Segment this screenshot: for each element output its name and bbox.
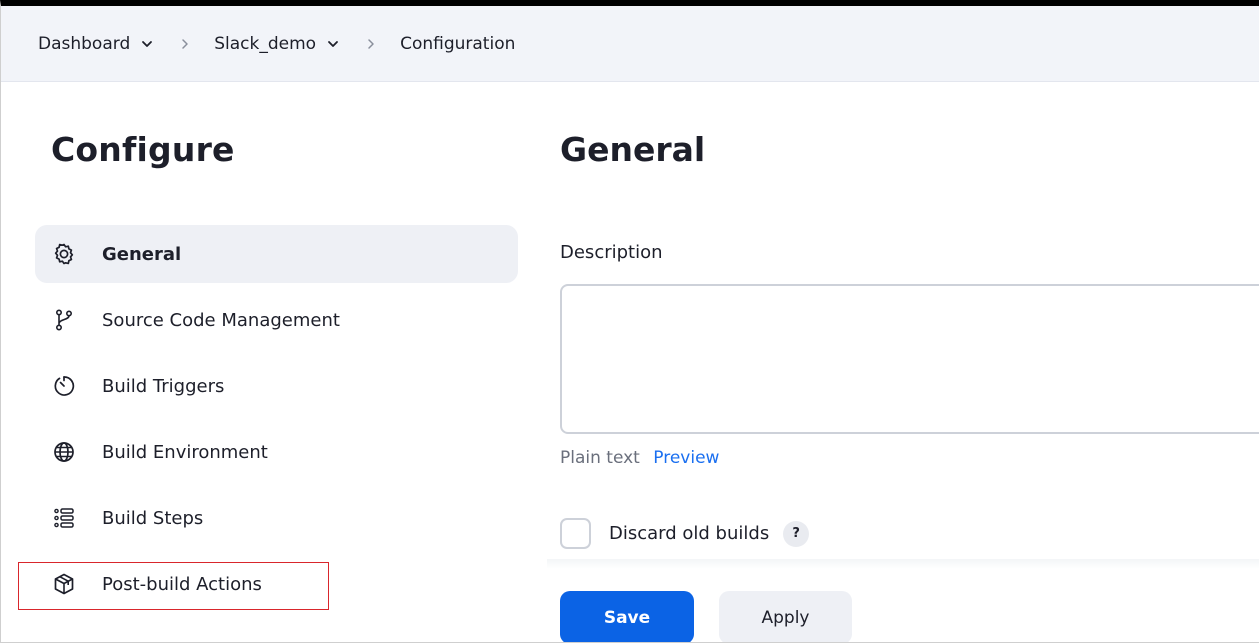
jenkins-configure-page: Dashboard Slack_demo Configuration Confi… xyxy=(0,0,1259,643)
section-divider xyxy=(547,559,1259,569)
sidebar-item-build-triggers[interactable]: Build Triggers xyxy=(35,357,518,415)
preview-link[interactable]: Preview xyxy=(653,448,719,468)
sidebar-title: Configure xyxy=(51,130,235,169)
chevron-right-icon xyxy=(182,38,188,49)
timer-icon xyxy=(54,376,75,396)
section-title: General xyxy=(560,130,706,169)
breadcrumb: Dashboard Slack_demo Configuration xyxy=(1,6,1259,82)
sidebar-item-build-environment[interactable]: Build Environment xyxy=(35,423,518,481)
sidebar-item-general[interactable]: General xyxy=(35,225,518,283)
discard-old-builds-label[interactable]: Discard old builds xyxy=(609,523,769,544)
breadcrumb-dashboard-label: Dashboard xyxy=(38,33,131,54)
discard-old-builds-checkbox[interactable] xyxy=(560,518,591,549)
plain-text-label: Plain text xyxy=(560,448,640,468)
package-icon xyxy=(54,573,74,595)
sidebar-item-label: Build Environment xyxy=(102,441,268,463)
breadcrumb-slack-demo[interactable]: Slack_demo xyxy=(214,34,340,54)
gear-icon xyxy=(54,243,74,265)
globe-icon xyxy=(54,442,74,462)
breadcrumb-configuration-label: Configuration xyxy=(400,33,516,54)
sidebar-item-label: Build Triggers xyxy=(102,375,225,397)
chevron-down-icon[interactable] xyxy=(326,37,340,51)
breadcrumb-configuration[interactable]: Configuration xyxy=(400,34,515,54)
list-icon xyxy=(54,508,74,528)
sidebar-item-label: General xyxy=(102,243,182,265)
chevron-right-icon xyxy=(368,38,374,49)
breadcrumb-slack-demo-label: Slack_demo xyxy=(214,33,317,54)
sidebar-item-label: Source Code Management xyxy=(102,309,340,331)
sidebar-item-build-steps[interactable]: Build Steps xyxy=(35,489,518,547)
help-icon[interactable]: ? xyxy=(783,520,810,547)
branch-icon xyxy=(56,309,73,331)
save-button[interactable]: Save xyxy=(560,591,694,642)
sidebar-item-source-code-management[interactable]: Source Code Management xyxy=(35,291,518,349)
sidebar-item-label: Build Steps xyxy=(102,507,204,529)
sidebar-item-label: Post-build Actions xyxy=(102,573,262,595)
chevron-down-icon[interactable] xyxy=(140,37,154,51)
apply-button[interactable]: Apply xyxy=(719,591,852,642)
description-textarea[interactable] xyxy=(560,284,1259,434)
discard-old-builds-row: Discard old builds ? xyxy=(560,518,810,549)
format-row: Plain text Preview xyxy=(560,448,719,468)
sidebar-nav: General Source Code Management Build Tri… xyxy=(35,225,518,621)
description-label: Description xyxy=(560,242,663,263)
sidebar-item-post-build-actions[interactable]: Post-build Actions xyxy=(35,555,518,613)
breadcrumb-dashboard[interactable]: Dashboard xyxy=(38,34,154,54)
